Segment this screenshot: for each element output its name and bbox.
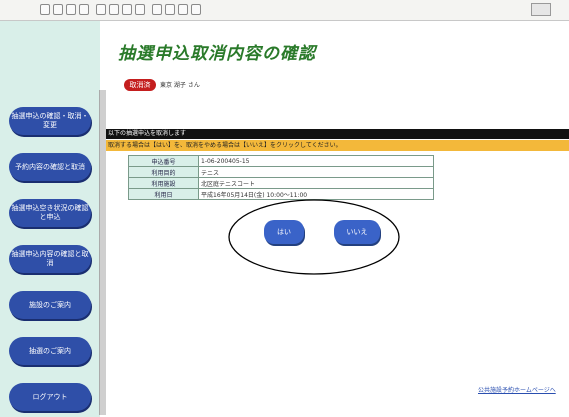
stop-icon[interactable] (66, 4, 76, 15)
sidebar-item-lottery-confirm[interactable]: 抽選申込の確認・取消・変更 (9, 107, 91, 135)
sidebar: 抽選申込の確認・取消・変更 予約内容の確認と取消 抽選申込空き状況の確認と申込 … (0, 21, 100, 417)
sidebar-item-reservation-confirm[interactable]: 予約内容の確認と取消 (9, 153, 91, 181)
mail-icon[interactable] (152, 4, 162, 15)
sidebar-item-lottery-guide[interactable]: 抽選のご案内 (9, 337, 91, 365)
highlight-oval (228, 199, 400, 275)
home-icon[interactable] (96, 4, 106, 15)
main-content: 抽選申込取消内容の確認 取消済 東京 湖子 さん 以下の抽選申込を取消します 取… (106, 21, 569, 417)
sidebar-item-lottery-cancel[interactable]: 抽選申込内容の確認と取消 (9, 245, 91, 273)
search-icon[interactable] (109, 4, 119, 15)
sidebar-item-facility-guide[interactable]: 施設のご案内 (9, 291, 91, 319)
sidebar-item-logout[interactable]: ログアウト (9, 383, 91, 411)
refresh-icon[interactable] (79, 4, 89, 15)
history-icon[interactable] (135, 4, 145, 15)
sidebar-scrollbar[interactable] (99, 90, 106, 415)
print-icon[interactable] (165, 4, 175, 15)
favorites-icon[interactable] (122, 4, 132, 15)
browser-logo-icon (531, 3, 551, 16)
browser-toolbar (0, 0, 569, 21)
forward-icon[interactable] (53, 4, 63, 15)
edit-icon[interactable] (178, 4, 188, 15)
footer-home-link[interactable]: 公共施設予約ホームページへ (478, 385, 556, 394)
discuss-icon[interactable] (191, 4, 201, 15)
back-icon[interactable] (40, 4, 50, 15)
sidebar-item-lottery-apply[interactable]: 抽選申込空き状況の確認と申込 (9, 199, 91, 227)
